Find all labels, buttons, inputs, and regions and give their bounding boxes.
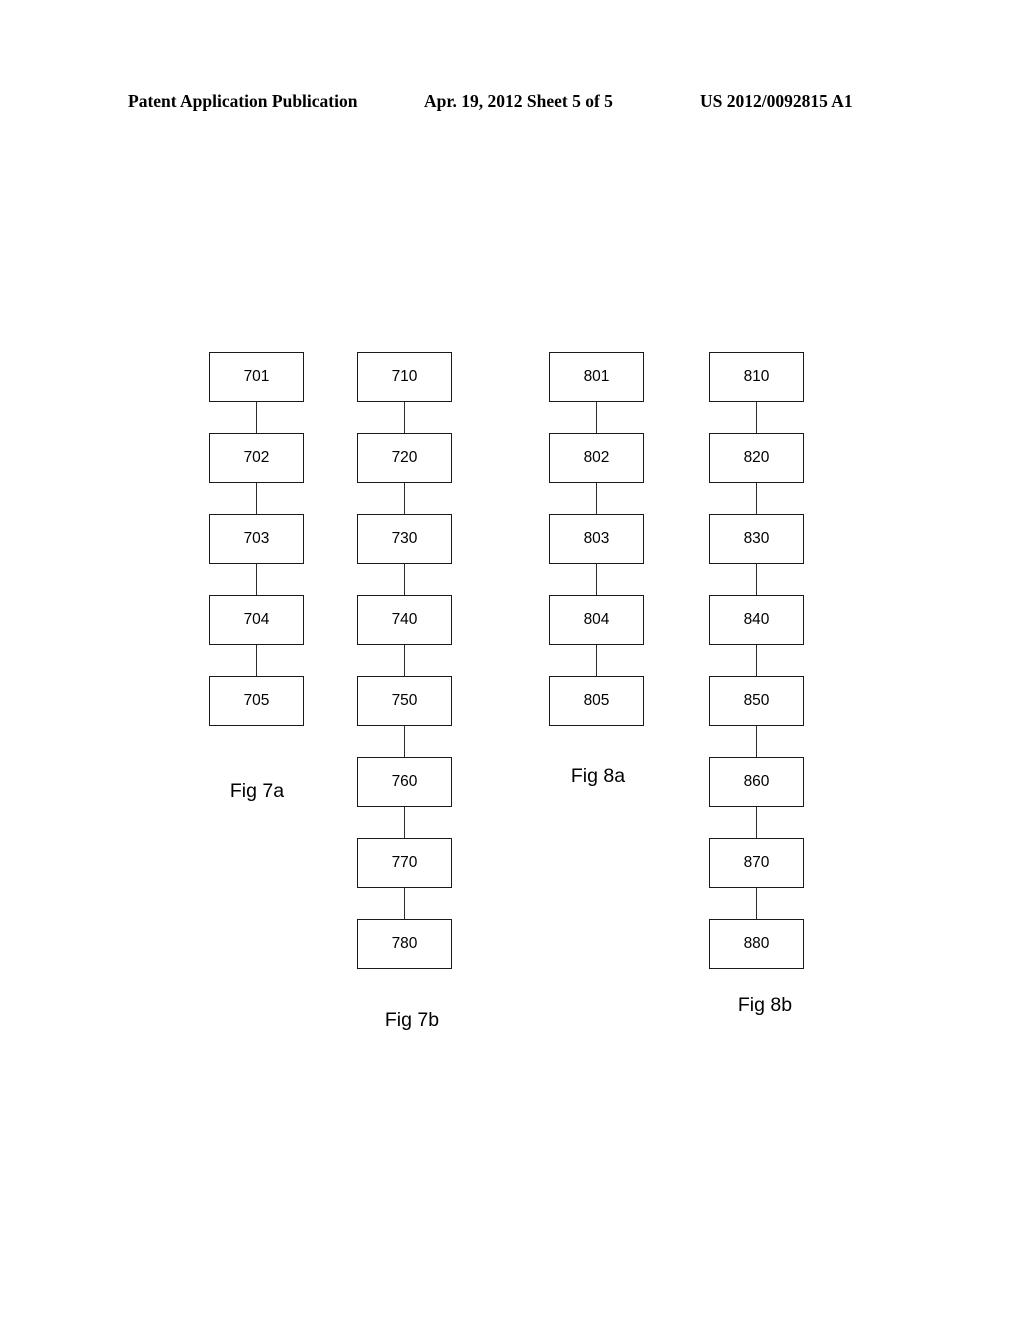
- figure-caption-fig-8b: Fig 8b: [737, 994, 793, 1016]
- flow-box: 704: [209, 595, 304, 645]
- flow-box: 702: [209, 433, 304, 483]
- flow-box: 880: [709, 919, 804, 969]
- flow-connector: [595, 564, 597, 595]
- flow-box: 780: [357, 919, 452, 969]
- flow-box: 802: [549, 433, 644, 483]
- flow-connector: [595, 483, 597, 514]
- flow-box: 720: [357, 433, 452, 483]
- flow-connector: [755, 564, 757, 595]
- flow-connector: [755, 483, 757, 514]
- flow-box: 804: [549, 595, 644, 645]
- flow-connector: [755, 645, 757, 676]
- flow-box: 850: [709, 676, 804, 726]
- flow-connector: [755, 807, 757, 838]
- patent-figures-area: 701 702 703 704 705 Fig 7a 710 720 730 740 750 760 7…: [0, 0, 1024, 1320]
- flow-connector: [403, 483, 405, 514]
- flow-connector: [403, 726, 405, 757]
- flow-connector: [403, 564, 405, 595]
- figure-caption-fig-8a: Fig 8a: [570, 765, 626, 787]
- flow-box: 805: [549, 676, 644, 726]
- flow-connector: [595, 645, 597, 676]
- flow-box: 730: [357, 514, 452, 564]
- flow-box: 830: [709, 514, 804, 564]
- flow-box: 750: [357, 676, 452, 726]
- flow-box: 770: [357, 838, 452, 888]
- flow-box: 870: [709, 838, 804, 888]
- flow-box: 860: [709, 757, 804, 807]
- flow-connector: [403, 807, 405, 838]
- flow-box: 705: [209, 676, 304, 726]
- figure-caption-fig-7b: Fig 7b: [384, 1009, 440, 1031]
- flow-connector: [755, 888, 757, 919]
- flow-connector: [255, 564, 257, 595]
- flow-connector: [403, 888, 405, 919]
- flow-connector: [595, 402, 597, 433]
- flow-box: 820: [709, 433, 804, 483]
- flow-connector: [403, 645, 405, 676]
- flow-box: 840: [709, 595, 804, 645]
- flow-box: 760: [357, 757, 452, 807]
- flow-connector: [255, 483, 257, 514]
- flow-box: 801: [549, 352, 644, 402]
- flow-connector: [255, 402, 257, 433]
- figure-caption-fig-7a: Fig 7a: [229, 780, 285, 802]
- flow-box: 703: [209, 514, 304, 564]
- flow-box: 701: [209, 352, 304, 402]
- flow-connector: [755, 402, 757, 433]
- flow-connector: [755, 726, 757, 757]
- flow-connector: [255, 645, 257, 676]
- flow-box: 803: [549, 514, 644, 564]
- flow-box: 710: [357, 352, 452, 402]
- flow-box: 740: [357, 595, 452, 645]
- flow-box: 810: [709, 352, 804, 402]
- flow-connector: [403, 402, 405, 433]
